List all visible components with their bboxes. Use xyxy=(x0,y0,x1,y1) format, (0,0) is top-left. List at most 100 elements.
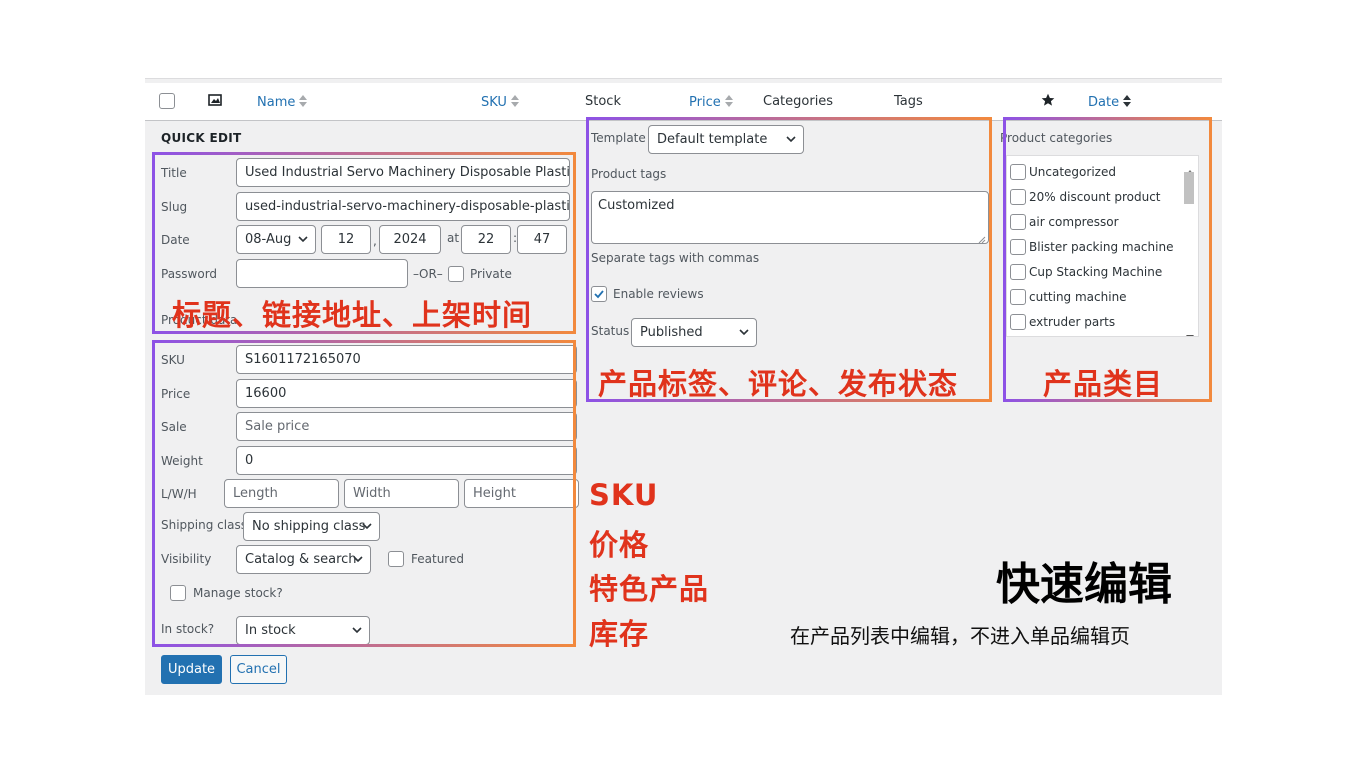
title-input[interactable]: Used Industrial Servo Machinery Disposab… xyxy=(236,158,570,187)
stock-status-value: In stock xyxy=(245,623,296,638)
shipping-class-select[interactable]: No shipping class xyxy=(243,512,380,541)
private-label: Private xyxy=(470,267,512,281)
category-checkbox[interactable] xyxy=(1010,314,1026,330)
lwh-label: L/W/H xyxy=(161,487,197,501)
chevron-down-icon xyxy=(739,328,749,336)
date-comma: , xyxy=(373,234,377,248)
chevron-down-icon xyxy=(298,235,308,243)
sub-heading: 在产品列表中编辑，不进入单品编辑页 xyxy=(790,624,1130,648)
category-item[interactable]: Blister packing machine xyxy=(1010,239,1173,255)
width-input[interactable]: Width xyxy=(344,479,459,508)
column-price-label: Price xyxy=(689,95,721,110)
visibility-label: Visibility xyxy=(161,552,212,566)
column-sku[interactable]: SKU xyxy=(481,94,519,110)
sort-icon xyxy=(1123,94,1132,108)
category-checkbox[interactable] xyxy=(1010,264,1026,280)
visibility-select[interactable]: Catalog & search xyxy=(236,545,371,574)
category-checkbox[interactable] xyxy=(1010,289,1026,305)
date-minute-input[interactable]: 47 xyxy=(517,225,567,254)
sku-input[interactable]: S1601172165070 xyxy=(236,345,577,374)
cancel-button[interactable]: Cancel xyxy=(230,655,287,684)
date-month-select[interactable]: 08-Aug xyxy=(236,225,316,254)
image-column-icon xyxy=(208,93,222,111)
resize-handle-icon[interactable] xyxy=(978,233,986,244)
table-header: Name SKU Stock Price Categories Tags Dat… xyxy=(145,83,1222,121)
template-value: Default template xyxy=(657,132,768,147)
scrollbar-thumb[interactable] xyxy=(1184,172,1194,204)
column-date[interactable]: Date xyxy=(1088,94,1132,110)
sort-icon xyxy=(510,94,519,108)
category-checklist[interactable]: Uncategorized 20% discount product air c… xyxy=(1006,155,1199,337)
category-label: Cup Stacking Machine xyxy=(1029,265,1163,279)
quick-edit-heading: QUICK EDIT xyxy=(161,131,242,145)
category-label: Uncategorized xyxy=(1029,165,1116,179)
featured-label: Featured xyxy=(411,552,464,566)
update-button[interactable]: Update xyxy=(161,655,222,684)
star-icon[interactable] xyxy=(1041,93,1055,111)
tags-hint: Separate tags with commas xyxy=(591,251,760,265)
chevron-down-icon xyxy=(786,135,796,143)
visibility-value: Catalog & search xyxy=(245,552,357,567)
category-item[interactable]: Cup Stacking Machine xyxy=(1010,264,1162,280)
manage-stock-label: Manage stock? xyxy=(193,586,283,600)
annotation-sku: SKU xyxy=(589,478,659,512)
stock-status-select[interactable]: In stock xyxy=(236,616,370,645)
in-stock-label: In stock? xyxy=(161,622,215,636)
chevron-down-icon xyxy=(353,555,363,563)
weight-input[interactable]: 0 xyxy=(236,446,577,475)
category-checkbox[interactable] xyxy=(1010,214,1026,230)
date-year-input[interactable]: 2024 xyxy=(379,225,441,254)
status-select[interactable]: Published xyxy=(631,318,757,347)
select-all-checkbox[interactable] xyxy=(159,93,175,109)
enable-reviews-checkbox[interactable] xyxy=(591,286,607,302)
slug-input[interactable]: used-industrial-servo-machinery-disposab… xyxy=(236,192,570,221)
category-label: cutting machine xyxy=(1029,290,1127,304)
height-input[interactable]: Height xyxy=(464,479,579,508)
date-hour-input[interactable]: 22 xyxy=(461,225,511,254)
category-checkbox[interactable] xyxy=(1010,164,1026,180)
category-item[interactable]: extruder parts xyxy=(1010,314,1115,330)
category-item[interactable]: 20% discount product xyxy=(1010,189,1161,205)
annotation-categories: 产品类目 xyxy=(1043,367,1164,401)
password-label: Password xyxy=(161,267,218,281)
column-name[interactable]: Name xyxy=(257,94,308,110)
date-month-value: 08-Aug xyxy=(245,232,292,247)
scroll-up-icon[interactable] xyxy=(1186,160,1194,175)
category-item[interactable]: Uncategorized xyxy=(1010,164,1116,180)
sale-price-input[interactable]: Sale price xyxy=(236,412,577,441)
slug-label: Slug xyxy=(161,200,188,214)
price-input[interactable]: 16600 xyxy=(236,379,577,408)
column-sku-label: SKU xyxy=(481,95,507,110)
template-select[interactable]: Default template xyxy=(648,125,804,154)
sale-label: Sale xyxy=(161,420,187,434)
private-checkbox[interactable] xyxy=(448,266,464,282)
product-categories-label: Product categories xyxy=(1000,131,1113,145)
category-scrollbar[interactable] xyxy=(1182,156,1198,336)
password-input[interactable] xyxy=(236,259,408,288)
column-tags: Tags xyxy=(894,94,923,109)
manage-stock-checkbox[interactable] xyxy=(170,585,186,601)
status-value: Published xyxy=(640,325,703,340)
column-price[interactable]: Price xyxy=(689,94,733,110)
category-checkbox[interactable] xyxy=(1010,239,1026,255)
date-day-input[interactable]: 12 xyxy=(321,225,371,254)
category-checkbox[interactable] xyxy=(1010,189,1026,205)
screenshot-stage: Name SKU Stock Price Categories Tags Dat… xyxy=(0,0,1366,768)
column-stock: Stock xyxy=(585,94,621,109)
category-label: air compressor xyxy=(1029,215,1119,229)
scroll-down-icon[interactable] xyxy=(1186,326,1194,336)
annotation-tags-reviews-status: 产品标签、评论、发布状态 xyxy=(598,367,959,401)
featured-checkbox[interactable] xyxy=(388,551,404,567)
length-input[interactable]: Length xyxy=(224,479,339,508)
chevron-down-icon xyxy=(362,522,372,530)
category-item[interactable]: air compressor xyxy=(1010,214,1119,230)
shipping-class-label: Shipping class xyxy=(161,518,247,532)
checkmark-icon xyxy=(594,290,604,299)
date-at-text: at xyxy=(447,231,460,245)
sort-icon xyxy=(724,94,733,108)
category-item[interactable]: cutting machine xyxy=(1010,289,1127,305)
category-label: extruder parts xyxy=(1029,315,1116,329)
column-date-label: Date xyxy=(1088,95,1120,110)
template-label: Template xyxy=(591,131,646,145)
product-tags-textarea[interactable]: Customized xyxy=(591,191,989,244)
